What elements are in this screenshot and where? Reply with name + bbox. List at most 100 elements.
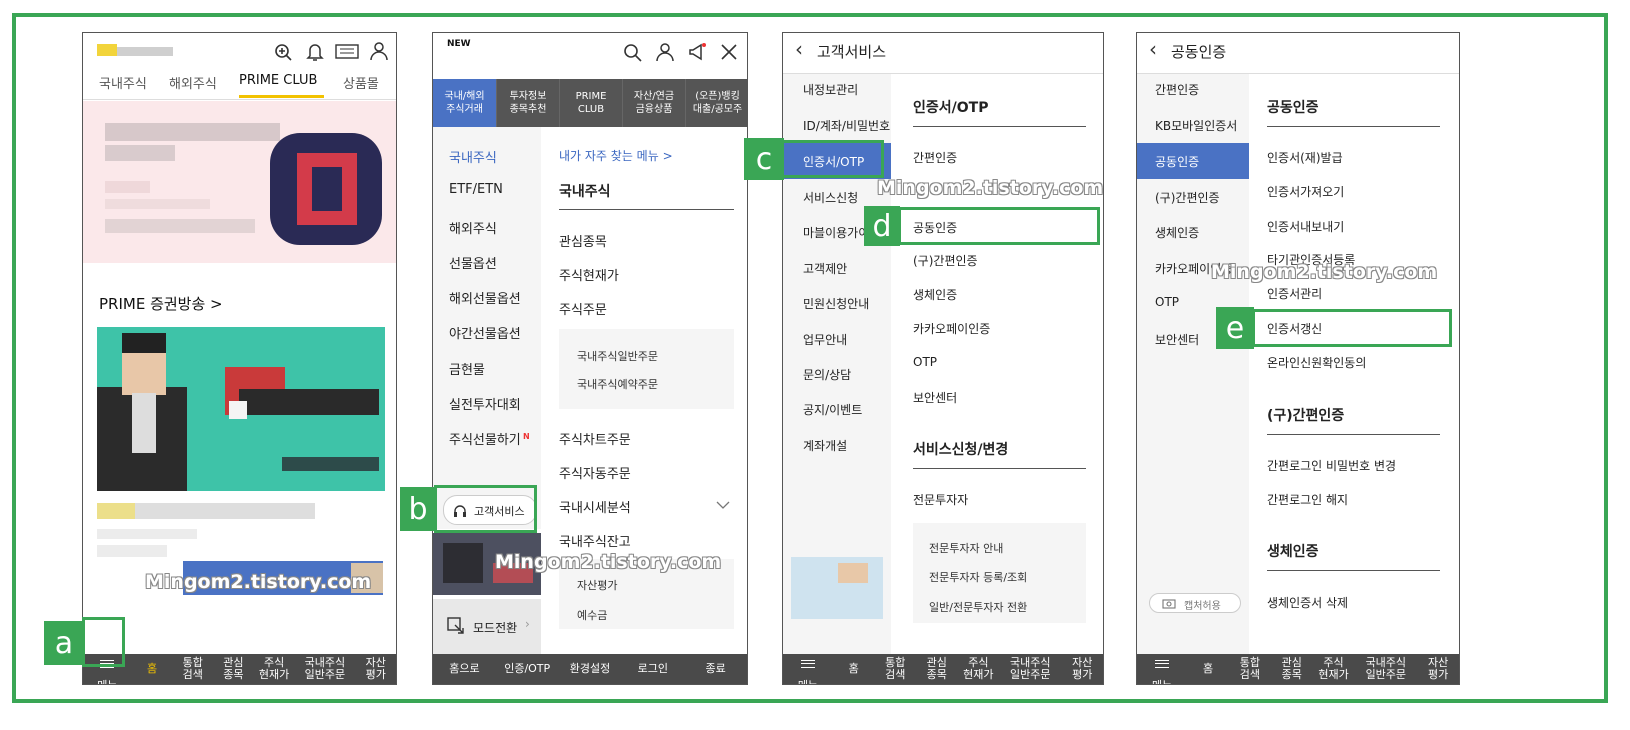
submenu-item-normal-order[interactable]: 국내주식일반주문 xyxy=(577,348,658,364)
menu-item-current-price[interactable]: 주식현재가 xyxy=(559,265,619,284)
tab-overseas[interactable]: 해외주식 xyxy=(169,73,217,92)
left-menu-item-bio[interactable]: 생체인증 xyxy=(1155,224,1199,241)
mode-switch-button[interactable]: 모드전환 › xyxy=(433,599,541,655)
menu-item-otp[interactable]: OTP xyxy=(913,355,937,369)
left-menu-item-suggest[interactable]: 고객제안 xyxy=(803,260,847,277)
video-thumbnail[interactable] xyxy=(97,327,385,491)
nav-home[interactable]: 홈 xyxy=(132,663,173,675)
promo-banner[interactable] xyxy=(83,101,396,263)
menu-item-bio-auth[interactable]: 생체인증 xyxy=(913,286,957,303)
top-tab-banking[interactable]: (오픈)뱅킹 대출/공모주 xyxy=(685,79,747,127)
frequent-menu-link[interactable]: 내가 자주 찾는 메뉴 > xyxy=(559,147,673,164)
menu-item-old-simple-auth[interactable]: (구)간편인증 xyxy=(913,252,978,269)
top-tab-stock[interactable]: 국내/해외 주식거래 xyxy=(433,79,496,127)
left-menu-item-old-simple[interactable]: (구)간편인증 xyxy=(1155,189,1220,206)
left-menu-item-otp[interactable]: OTP xyxy=(1155,295,1179,309)
ticket-icon[interactable] xyxy=(335,43,359,61)
submenu-item-pro-register[interactable]: 전문투자자 등록/조회 xyxy=(929,569,1027,585)
user-icon[interactable] xyxy=(369,41,389,61)
left-menu-item-notice[interactable]: 공지/이벤트 xyxy=(803,401,862,418)
nav-price[interactable]: 주식 현재가 xyxy=(254,657,295,681)
nav-price[interactable]: 주식 현재가 xyxy=(1313,657,1355,681)
left-menu-item-guide[interactable]: 마블이용가이 xyxy=(803,224,869,241)
menu-item-chart-order[interactable]: 주식차트주문 xyxy=(559,429,631,448)
nav-watchlist[interactable]: 관심 종목 xyxy=(213,657,254,681)
submenu-item-asset-eval[interactable]: 자산평가 xyxy=(577,577,617,593)
nav-search[interactable]: 통합 검색 xyxy=(874,657,916,681)
back-chevron-icon[interactable]: ‹ xyxy=(1149,37,1157,61)
menu-item-simple-auth[interactable]: 간편인증 xyxy=(913,149,957,166)
submenu-item-pro-guide[interactable]: 전문투자자 안내 xyxy=(929,540,1003,556)
menu-item-change-password[interactable]: 간편로그인 비밀번호 변경 xyxy=(1267,457,1396,474)
nav-exit[interactable]: 종료 xyxy=(684,663,747,675)
user-icon[interactable] xyxy=(655,42,675,62)
menu-item-auto-order[interactable]: 주식자동주문 xyxy=(559,463,631,482)
top-tab-prime[interactable]: PRIME CLUB xyxy=(559,79,622,127)
search-icon[interactable] xyxy=(623,43,643,63)
left-menu-item-gift[interactable]: 주식선물하기 xyxy=(449,429,521,448)
menu-item-security-center[interactable]: 보안센터 xyxy=(913,389,957,406)
back-chevron-icon[interactable]: ‹ xyxy=(795,37,803,61)
megaphone-icon[interactable] xyxy=(687,42,707,62)
tab-prime-club[interactable]: PRIME CLUB xyxy=(239,73,317,88)
nav-search[interactable]: 통합 검색 xyxy=(172,657,213,681)
nav-cert-otp[interactable]: 인증/OTP xyxy=(496,663,559,675)
nav-asset[interactable]: 자산 평가 xyxy=(1417,657,1459,681)
menu-item-kakaopay[interactable]: 카카오페이인증 xyxy=(913,320,990,337)
left-menu-item-contest[interactable]: 실전투자대회 xyxy=(449,394,521,413)
capture-allow-button[interactable]: 캡처허용 xyxy=(1149,593,1241,613)
left-menu-item-etf[interactable]: ETF/ETN xyxy=(449,182,503,197)
chevron-down-icon[interactable] xyxy=(716,500,730,510)
prime-broadcast-title[interactable]: PRIME 증권방송 > xyxy=(99,293,223,314)
left-menu-item-night-futures[interactable]: 야간선물옵션 xyxy=(449,323,521,342)
left-menu-item-overseas[interactable]: 해외주식 xyxy=(449,218,497,237)
menu-item-online-id[interactable]: 온라인신원확인동의 xyxy=(1267,354,1366,371)
menu-item-order[interactable]: 주식주문 xyxy=(559,299,607,318)
left-menu-item-futures[interactable]: 선물옵션 xyxy=(449,253,497,272)
close-icon[interactable] xyxy=(720,43,738,61)
left-menu-item-inquiry[interactable]: 문의/상담 xyxy=(803,366,851,383)
nav-price[interactable]: 주식 현재가 xyxy=(958,657,1000,681)
nav-asset[interactable]: 자산 평가 xyxy=(1061,657,1103,681)
nav-search[interactable]: 통합 검색 xyxy=(1229,657,1271,681)
menu-item-delete-bio-cert[interactable]: 생체인증서 삭제 xyxy=(1267,594,1348,611)
submenu-item-reserved-order[interactable]: 국내주식예약주문 xyxy=(577,376,658,392)
left-menu-item-gold[interactable]: 금현물 xyxy=(449,359,485,378)
left-menu-item-service[interactable]: 서비스신청 xyxy=(803,189,858,206)
nav-home[interactable]: 홈 xyxy=(833,663,875,675)
nav-settings[interactable]: 환경설정 xyxy=(559,663,622,675)
left-menu-item-kb-mobile[interactable]: KB모바일인증서 xyxy=(1155,117,1237,134)
menu-item-market-analysis[interactable]: 국내시세분석 xyxy=(559,497,631,516)
search-add-icon[interactable] xyxy=(273,42,293,62)
left-menu-item-info[interactable]: 내정보관리 xyxy=(803,81,858,98)
menu-item-watchlist[interactable]: 관심종목 xyxy=(559,231,607,250)
bell-icon[interactable] xyxy=(305,41,325,63)
nav-home[interactable]: 홈 xyxy=(1187,663,1229,675)
tab-shop[interactable]: 상품몰 xyxy=(343,73,379,92)
left-menu-item-security[interactable]: 보안센터 xyxy=(1155,331,1199,348)
left-menu-item-business[interactable]: 업무안내 xyxy=(803,331,847,348)
top-tab-asset[interactable]: 자산/연금 금융상품 xyxy=(622,79,685,127)
tab-domestic[interactable]: 국내주식 xyxy=(99,73,147,92)
menu-item-import[interactable]: 인증서가져오기 xyxy=(1267,183,1344,200)
nav-watchlist[interactable]: 관심 종목 xyxy=(1271,657,1313,681)
left-menu-item-overseas-futures[interactable]: 해외선물옵션 xyxy=(449,288,521,307)
menu-button[interactable]: 메뉴 xyxy=(783,647,833,684)
menu-item-professional[interactable]: 전문투자자 xyxy=(913,491,968,508)
menu-item-manage[interactable]: 인증서관리 xyxy=(1267,285,1322,302)
menu-item-balance[interactable]: 국내주식잔고 xyxy=(559,531,631,550)
nav-home[interactable]: 홈으로 xyxy=(433,663,496,675)
menu-item-export[interactable]: 인증서내보내기 xyxy=(1267,218,1344,235)
nav-watchlist[interactable]: 관심 종목 xyxy=(916,657,958,681)
nav-login[interactable]: 로그인 xyxy=(621,663,684,675)
menu-item-reissue[interactable]: 인증서(재)발급 xyxy=(1267,149,1343,166)
left-menu-item-complaint[interactable]: 민원신청안내 xyxy=(803,295,869,312)
left-menu-item-simple[interactable]: 간편인증 xyxy=(1155,81,1199,98)
left-menu-item-open-account[interactable]: 계좌개설 xyxy=(803,437,847,454)
nav-order[interactable]: 국내주식 일반주문 xyxy=(1354,657,1417,681)
nav-order[interactable]: 국내주식 일반주문 xyxy=(999,657,1061,681)
nav-asset[interactable]: 자산 평가 xyxy=(355,657,396,681)
submenu-item-pro-switch[interactable]: 일반/전문투자자 전환 xyxy=(929,599,1027,615)
nav-order[interactable]: 국내주식 일반주문 xyxy=(294,657,355,681)
top-tab-info[interactable]: 투자정보 종목추천 xyxy=(496,79,559,127)
